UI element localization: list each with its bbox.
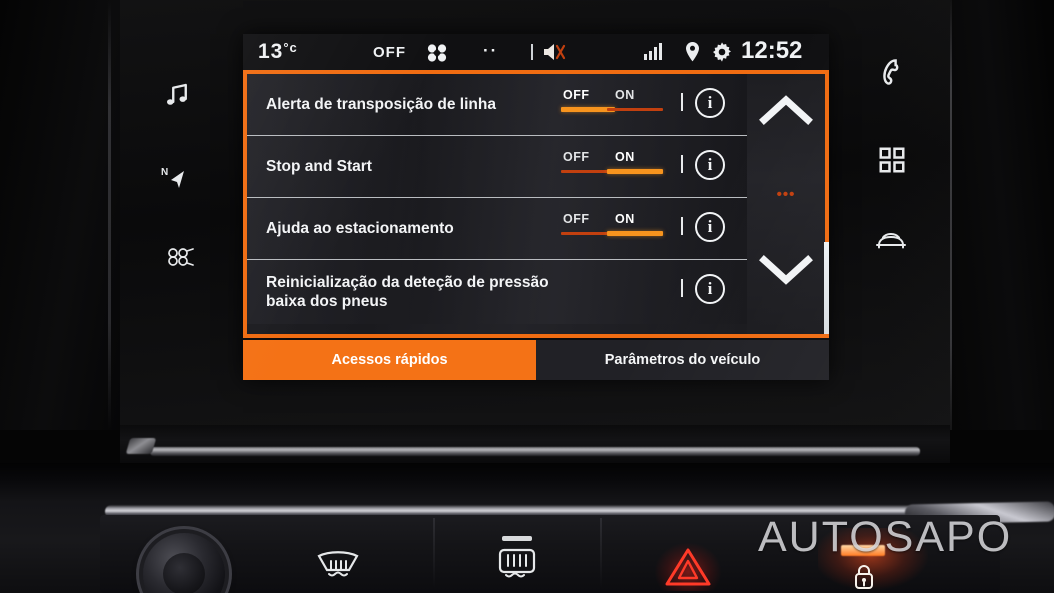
console-seam-left (433, 518, 435, 588)
info-button[interactable]: i (695, 274, 725, 304)
status-bar: 13°c OFF ·· 12:52 (243, 34, 829, 70)
page-indicator-dots: ••• (776, 186, 796, 203)
settings-list: Alerta de transposição de linha OFF ON i… (247, 74, 747, 334)
fan-speed-indicator: ·· (483, 41, 499, 60)
table-row[interactable]: Reinicialização da deteção de pressão ba… (247, 260, 747, 324)
clock: 12:52 (741, 37, 803, 64)
music-note-icon[interactable] (162, 80, 192, 115)
toggle-off-label[interactable]: OFF (563, 150, 590, 164)
dashboard-left-seam (108, 0, 111, 430)
location-pin-icon (684, 41, 701, 68)
chevron-down-icon[interactable] (758, 252, 814, 293)
toggle-off-label[interactable]: OFF (563, 88, 590, 102)
apps-grid-icon[interactable] (877, 145, 907, 180)
front-defrost-icon[interactable] (315, 548, 361, 589)
infotainment-screen: 13°c OFF ·· 12:52 Alerta de transposição… (243, 34, 829, 380)
toggle-on-label[interactable]: ON (615, 88, 635, 102)
scrollbar-thumb[interactable] (824, 242, 829, 334)
table-row[interactable]: Ajuda ao estacionamento OFF ON i (247, 198, 747, 260)
gear-icon[interactable] (711, 41, 733, 68)
climate-control-icon[interactable] (164, 243, 196, 276)
table-row[interactable]: Stop and Start OFF ON i (247, 136, 747, 198)
dashboard-trim-strip (120, 425, 950, 463)
screenshot-root: N 13°c OFF ·· 12:52 Alerta de transposiç… (0, 0, 1054, 593)
phone-icon[interactable] (877, 57, 905, 92)
dashboard-left-panel (0, 0, 120, 430)
toggle-on-bar (607, 231, 663, 236)
setting-label: Stop and Start (266, 158, 372, 175)
climate-state-label[interactable]: OFF (373, 44, 406, 61)
chevron-up-icon[interactable] (758, 92, 814, 133)
setting-label: Alerta de transposição de linha (266, 96, 496, 113)
toggle-on-label[interactable]: ON (615, 150, 635, 164)
tab-parametros-do-veiculo[interactable]: Parâmetros do veículo (536, 340, 829, 380)
door-lock-icon[interactable] (852, 563, 876, 593)
toggle-on-label[interactable]: ON (615, 212, 635, 226)
chrome-trim-line (150, 447, 920, 456)
fan-icon[interactable] (425, 42, 449, 69)
toggle-on-bar (607, 169, 663, 174)
table-row[interactable]: Alerta de transposição de linha OFF ON i (247, 74, 747, 136)
chrome-trim-end (125, 438, 157, 454)
row-divider (681, 155, 683, 173)
rear-defrost-icon[interactable] (494, 532, 540, 589)
row-divider (681, 93, 683, 111)
toggle-off-label[interactable]: OFF (563, 212, 590, 226)
hazard-warning-icon[interactable] (663, 545, 713, 593)
toggle-on-bar (607, 108, 663, 111)
vehicle-icon[interactable] (874, 228, 908, 259)
svg-text:N: N (161, 167, 168, 178)
setting-label: Ajuda ao estacionamento (266, 220, 454, 237)
signal-bars-icon (644, 43, 662, 60)
dashboard-right-panel (952, 0, 1054, 430)
row-divider (681, 217, 683, 235)
console-seam-right (600, 518, 602, 588)
info-button[interactable]: i (695, 88, 725, 118)
scroll-controls: ••• (747, 74, 825, 334)
tab-acessos-rapidos[interactable]: Acessos rápidos (243, 340, 536, 380)
off-on-toggle[interactable]: OFF ON (561, 212, 663, 246)
row-divider (681, 279, 683, 297)
outside-temperature: 13°c (258, 40, 298, 63)
setting-label: Reinicialização da deteção de pressão ba… (266, 274, 549, 310)
settings-content-frame: Alerta de transposição de linha OFF ON i… (243, 70, 829, 338)
watermark: AUTOSAPO (758, 513, 1013, 561)
tab-bar: Acessos rápidos Parâmetros do veículo (243, 340, 829, 380)
volume-knob-center[interactable] (163, 553, 205, 593)
speaker-muted-icon[interactable] (541, 40, 567, 69)
info-button[interactable]: i (695, 150, 725, 180)
off-on-toggle[interactable]: OFF ON (561, 150, 663, 184)
off-on-toggle[interactable]: OFF ON (561, 88, 663, 122)
info-button[interactable]: i (695, 212, 725, 242)
scrollbar[interactable] (824, 70, 829, 338)
status-divider (531, 44, 533, 60)
navigation-compass-icon[interactable]: N (160, 163, 194, 200)
